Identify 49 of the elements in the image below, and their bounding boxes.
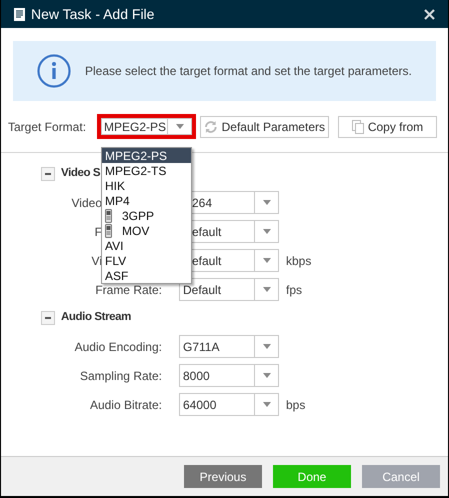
field-label: Frame Rate: <box>95 282 162 298</box>
field-label: Vi <box>92 252 102 270</box>
select-value: efault <box>191 224 222 240</box>
caret-icon <box>262 287 270 292</box>
caret-icon <box>262 258 270 263</box>
unit-label: bps <box>286 396 306 414</box>
caret-icon <box>262 344 270 349</box>
select-value: 264 <box>191 194 214 212</box>
select-value: 8000 <box>182 368 211 384</box>
caret-icon <box>262 402 270 407</box>
collapse-toggle[interactable] <box>41 167 55 181</box>
caret-icon <box>176 124 184 129</box>
toolbar-button[interactable]: Default Parameters <box>200 116 329 138</box>
caret-icon <box>262 373 270 378</box>
select-field[interactable]: 8000 <box>179 364 279 387</box>
window-title: New Task - Add File <box>31 4 156 24</box>
menu-item[interactable]: MPEG2-TS <box>102 163 191 178</box>
section-title: Video S <box>61 166 100 182</box>
menu-item[interactable]: HIK <box>102 178 191 193</box>
info-message: Please select the target format and set the target parameters. <box>85 63 412 80</box>
caret-icon <box>262 229 270 234</box>
footer-button[interactable]: Previous <box>184 465 262 488</box>
field-label: Video <box>72 194 102 212</box>
copy-icon <box>352 120 364 134</box>
section-title: Audio Stream <box>61 310 131 326</box>
format-select[interactable]: MPEG2-PS <box>97 114 196 139</box>
caret-icon <box>262 200 270 205</box>
select-value: 64000 <box>182 396 218 414</box>
unit-label: kbps <box>286 252 312 270</box>
select-value: G711A <box>182 338 220 356</box>
target-format-label: Target Format: <box>8 118 88 136</box>
refresh-icon <box>204 120 218 134</box>
field-label: F <box>94 224 102 240</box>
toolbar-button[interactable]: Copy from <box>338 116 437 138</box>
document-icon <box>14 8 25 20</box>
select-value: Default <box>182 282 222 298</box>
field-label: Audio Encoding: <box>74 338 162 356</box>
select-value: efault <box>191 252 222 270</box>
field-label: Audio Bitrate: <box>90 396 162 414</box>
field-label: Sampling Rate: <box>80 368 162 384</box>
format-value: MPEG2-PS <box>103 119 167 134</box>
menu-item[interactable]: MPEG2-PS <box>102 148 191 163</box>
unit-label: fps <box>286 282 302 298</box>
select-field[interactable]: Default <box>179 278 279 301</box>
info-icon <box>37 54 71 88</box>
select-field[interactable]: G711A <box>179 335 279 358</box>
collapse-toggle[interactable] <box>41 311 55 325</box>
close-icon[interactable] <box>424 8 435 20</box>
select-field[interactable]: 64000 <box>179 393 279 416</box>
